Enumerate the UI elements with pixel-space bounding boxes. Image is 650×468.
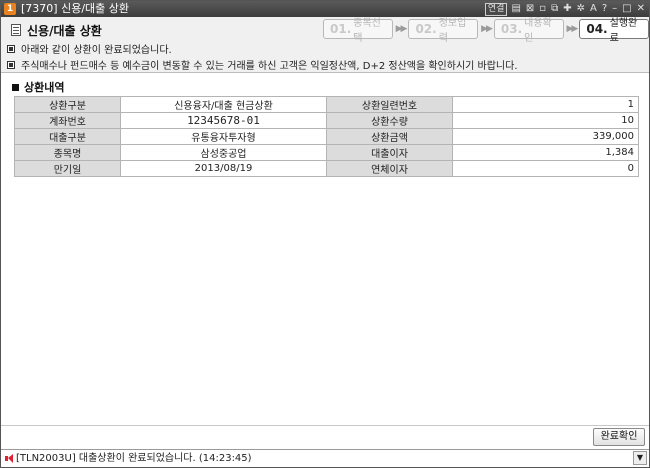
step-2: 02. 정보입력 — [408, 18, 479, 44]
step-label: 실행완료 — [609, 18, 638, 44]
speaker-icon — [5, 454, 13, 463]
step-number: 03. — [500, 22, 523, 36]
status-bar: [TLN2003U] 대출상환이 완료되었습니다. (14:23:45) ▼ — [1, 449, 649, 467]
value-cell: 0 — [452, 160, 639, 177]
value-cell: 2013/08/19 — [120, 160, 327, 177]
section-title: 상환내역 — [12, 79, 64, 95]
divider — [1, 425, 649, 426]
step-label: 정보입력 — [438, 18, 467, 44]
value-cell: 유통융자투자형 — [120, 128, 327, 145]
page-title: 신용/대출 상환 — [27, 24, 102, 38]
value-cell: 신용융자/대출 현금상환 — [120, 96, 327, 113]
notice-text: 아래와 같이 상환이 완료되었습니다. — [21, 45, 172, 56]
chevron-right-icon: ▶▶ — [566, 24, 579, 34]
chevron-down-icon[interactable]: ▼ — [633, 451, 647, 465]
bullet-icon — [7, 60, 15, 69]
page-header: 신용/대출 상환 01. 종목선택 ▶▶ 02. 정보입력 ▶▶ 03. 내용확… — [1, 17, 649, 73]
document-icon — [11, 24, 21, 36]
confirm-complete-button[interactable]: 완료확인 — [593, 428, 645, 446]
label-cell: 상환일련번호 — [326, 96, 453, 113]
app-window: 1 [7370] 신용/대출 상환 연결 ▤ ⊠ ▫ ⧉ ✚ ✲ A ? – □… — [0, 0, 650, 468]
label-cell: 상환금액 — [326, 128, 453, 145]
notice-settlement: 주식매수나 펀드매수 등 예수금이 변동할 수 있는 거래를 하신 고객은 익일… — [7, 57, 518, 72]
window-title: [7370] 신용/대출 상환 — [21, 2, 129, 15]
table-row: 종목명 삼성중공업 대출이자 1,384 — [14, 144, 639, 161]
value-cell: 1 — [452, 96, 639, 113]
label-cell: 만기일 — [14, 160, 121, 177]
help-icon[interactable]: ? — [601, 2, 608, 16]
step-number: 01. — [330, 22, 352, 36]
value-cell: 10 — [452, 112, 639, 129]
step-number: 02. — [415, 22, 437, 36]
settings-icon[interactable]: ✲ — [576, 2, 586, 16]
label-cell: 대출구분 — [14, 128, 121, 145]
value-cell: 삼성중공업 — [120, 144, 327, 161]
label-cell: 대출이자 — [326, 144, 453, 161]
step-indicator: 01. 종목선택 ▶▶ 02. 정보입력 ▶▶ 03. 내용확인 ▶▶ 04. … — [323, 18, 649, 44]
pin-icon[interactable]: ✚ — [562, 2, 572, 16]
step-1: 01. 종목선택 — [323, 18, 393, 44]
step-label: 내용확인 — [524, 18, 552, 44]
section-bullet-icon — [12, 83, 19, 91]
label-cell: 종목명 — [14, 144, 121, 161]
label-cell: 상환수량 — [326, 112, 453, 129]
print-icon[interactable]: ▤ — [510, 2, 521, 16]
table-row: 만기일 2013/08/19 연체이자 0 — [14, 160, 639, 177]
chevron-right-icon: ▶▶ — [395, 24, 408, 34]
section-title-text: 상환내역 — [24, 81, 65, 94]
font-size-icon[interactable]: A — [589, 2, 598, 16]
notice-complete: 아래와 같이 상환이 완료되었습니다. — [7, 41, 172, 56]
label-cell: 상환구분 — [14, 96, 121, 113]
value-cell: 339,000 — [452, 128, 639, 145]
table-row: 대출구분 유통융자투자형 상환금액 339,000 — [14, 128, 639, 145]
value-cell: 12345678-01 — [120, 112, 327, 129]
notice-text: 주식매수나 펀드매수 등 예수금이 변동할 수 있는 거래를 하신 고객은 익일… — [21, 61, 518, 72]
table-row: 상환구분 신용융자/대출 현금상환 상환일련번호 1 — [14, 96, 639, 113]
label-cell: 계좌번호 — [14, 112, 121, 129]
table-row: 계좌번호 12345678-01 상환수량 10 — [14, 112, 639, 129]
repayment-detail-table: 상환구분 신용융자/대출 현금상환 상환일련번호 1 계좌번호 12345678… — [14, 96, 639, 177]
step-3: 03. 내용확인 — [493, 18, 564, 44]
label-cell: 연체이자 — [326, 160, 453, 177]
status-message: [TLN2003U] 대출상환이 완료되었습니다. (14:23:45) — [16, 453, 252, 464]
step-number: 04. — [586, 22, 608, 36]
value-cell: 1,384 — [452, 144, 639, 161]
chevron-right-icon: ▶▶ — [481, 24, 493, 34]
step-label: 종목선택 — [353, 18, 381, 44]
bullet-icon — [7, 44, 15, 53]
step-4-active: 04. 실행완료 — [579, 18, 649, 44]
window-number-badge: 1 — [4, 3, 16, 15]
link-button[interactable]: 연결 — [484, 2, 508, 16]
